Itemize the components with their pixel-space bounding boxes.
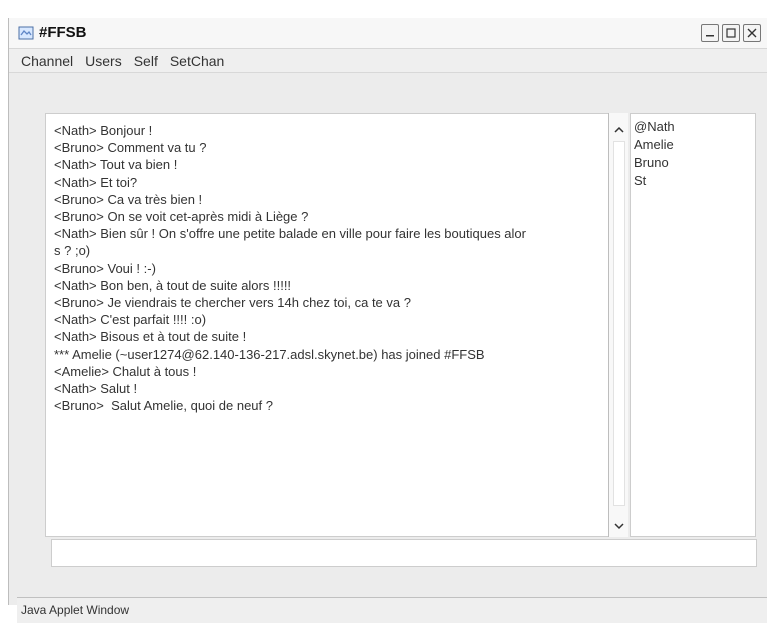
message-input[interactable] [51,539,757,567]
minimize-button[interactable] [701,24,719,42]
user-item-amelie[interactable]: Amelie [634,136,755,154]
user-item-nath[interactable]: @Nath [634,118,755,136]
close-icon [747,28,757,38]
close-button[interactable] [743,24,761,42]
maximize-icon [726,28,736,38]
chat-message: <Nath> Bien sûr ! On s'offre une petite … [54,226,526,242]
chat-message: *** Amelie (~user1274@62.140-136-217.ads… [54,346,485,362]
chat-message: <Amelie> Chalut à tous ! [54,363,197,379]
window-title: #FFSB [39,24,87,41]
chat-window: #FFSB Channel Users Self SetChan <Nath> … [8,18,767,623]
chat-message: <Bruno> Je viendrais te chercher vers 14… [54,295,411,311]
chat-log-panel: <Nath> Bonjour ! <Bruno> Comment va tu ?… [45,113,613,537]
chat-message: <Nath> Bonjour ! [54,123,153,138]
user-item-st[interactable]: St [634,172,755,190]
chat-log: <Nath> Bonjour ! <Bruno> Comment va tu ?… [46,114,612,414]
app-icon [17,24,35,42]
chat-message: <Bruno> Comment va tu ? [54,140,207,156]
chat-message: <Bruno> Ca va très bien ! [54,191,203,207]
status-bar: Java Applet Window [17,597,767,623]
user-item-bruno[interactable]: Bruno [634,154,755,172]
menu-users[interactable]: Users [85,52,122,70]
chat-message: <Nath> Bon ben, à tout de suite alors !!… [54,277,292,293]
chat-message: <Nath> Bisous et à tout de suite ! [54,329,247,345]
chat-message: <Bruno> On se voit cet-après midi à Lièg… [54,209,309,225]
chat-message: <Nath> Et toi? [54,174,138,190]
menu-setchan[interactable]: SetChan [170,52,224,70]
minimize-icon [706,35,714,37]
chat-message: <Bruno> Voui ! :-) [54,260,156,276]
menu-channel[interactable]: Channel [21,52,73,70]
chat-message: <Nath> C'est parfait !!!! :o) [54,312,207,328]
chat-message: <Bruno> Salut Amelie, quoi de neuf ? [54,398,273,414]
scroll-up-icon[interactable] [610,121,628,139]
chat-message: <Nath> Salut ! [54,381,138,397]
user-list-panel: @Nath Amelie Bruno St [630,113,756,537]
menu-bar: Channel Users Self SetChan [9,49,767,73]
chat-message: <Nath> Tout va bien ! [54,157,178,173]
scroll-down-icon[interactable] [610,517,628,535]
chat-scrollbar[interactable] [608,113,628,537]
menu-self[interactable]: Self [134,52,158,70]
title-bar: #FFSB [9,18,767,49]
scroll-thumb[interactable] [613,141,625,506]
user-list: @Nath Amelie Bruno St [631,114,755,190]
chat-message: s ? ;o) [54,243,91,259]
maximize-button[interactable] [722,24,740,42]
